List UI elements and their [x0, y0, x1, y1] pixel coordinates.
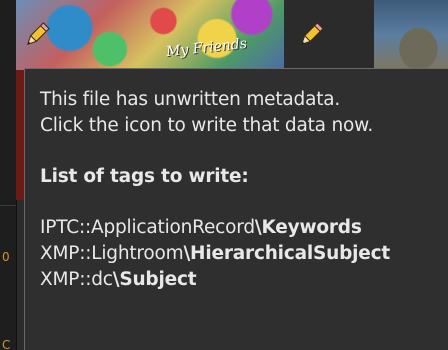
left-panel-edge: 0 C: [0, 0, 17, 350]
tag-name: \Keywords: [254, 217, 362, 238]
tag-row: XMP::dc\Subject: [40, 267, 448, 293]
strip-glyph: C: [2, 338, 11, 350]
thumbnail-image[interactable]: [374, 0, 448, 70]
tag-row: IPTC::ApplicationRecord\Keywords: [40, 215, 448, 241]
tag-row: XMP::Lightroom\HierarchicalSubject: [40, 241, 448, 267]
divider: [0, 205, 16, 206]
tooltip-heading: List of tags to write:: [40, 166, 249, 187]
pencil-icon[interactable]: [296, 20, 326, 50]
pencil-icon[interactable]: [22, 20, 52, 50]
unwritten-metadata-tooltip: This file has unwritten metadata. Click …: [24, 68, 448, 350]
tag-prefix: IPTC::ApplicationRecord: [40, 217, 255, 238]
tag-prefix: XMP::Lightroom: [40, 243, 184, 264]
thumbnail-grid: 0 C My Friends This file has unwritten m…: [0, 0, 448, 350]
tooltip-message: This file has unwritten metadata.: [40, 89, 341, 110]
tag-name: \Subject: [112, 269, 197, 290]
tag-name: \HierarchicalSubject: [183, 243, 391, 264]
tooltip-instruction: Click the icon to write that data now.: [40, 115, 374, 136]
strip-glyph: 0: [2, 250, 10, 264]
tag-prefix: XMP::dc: [40, 269, 113, 290]
